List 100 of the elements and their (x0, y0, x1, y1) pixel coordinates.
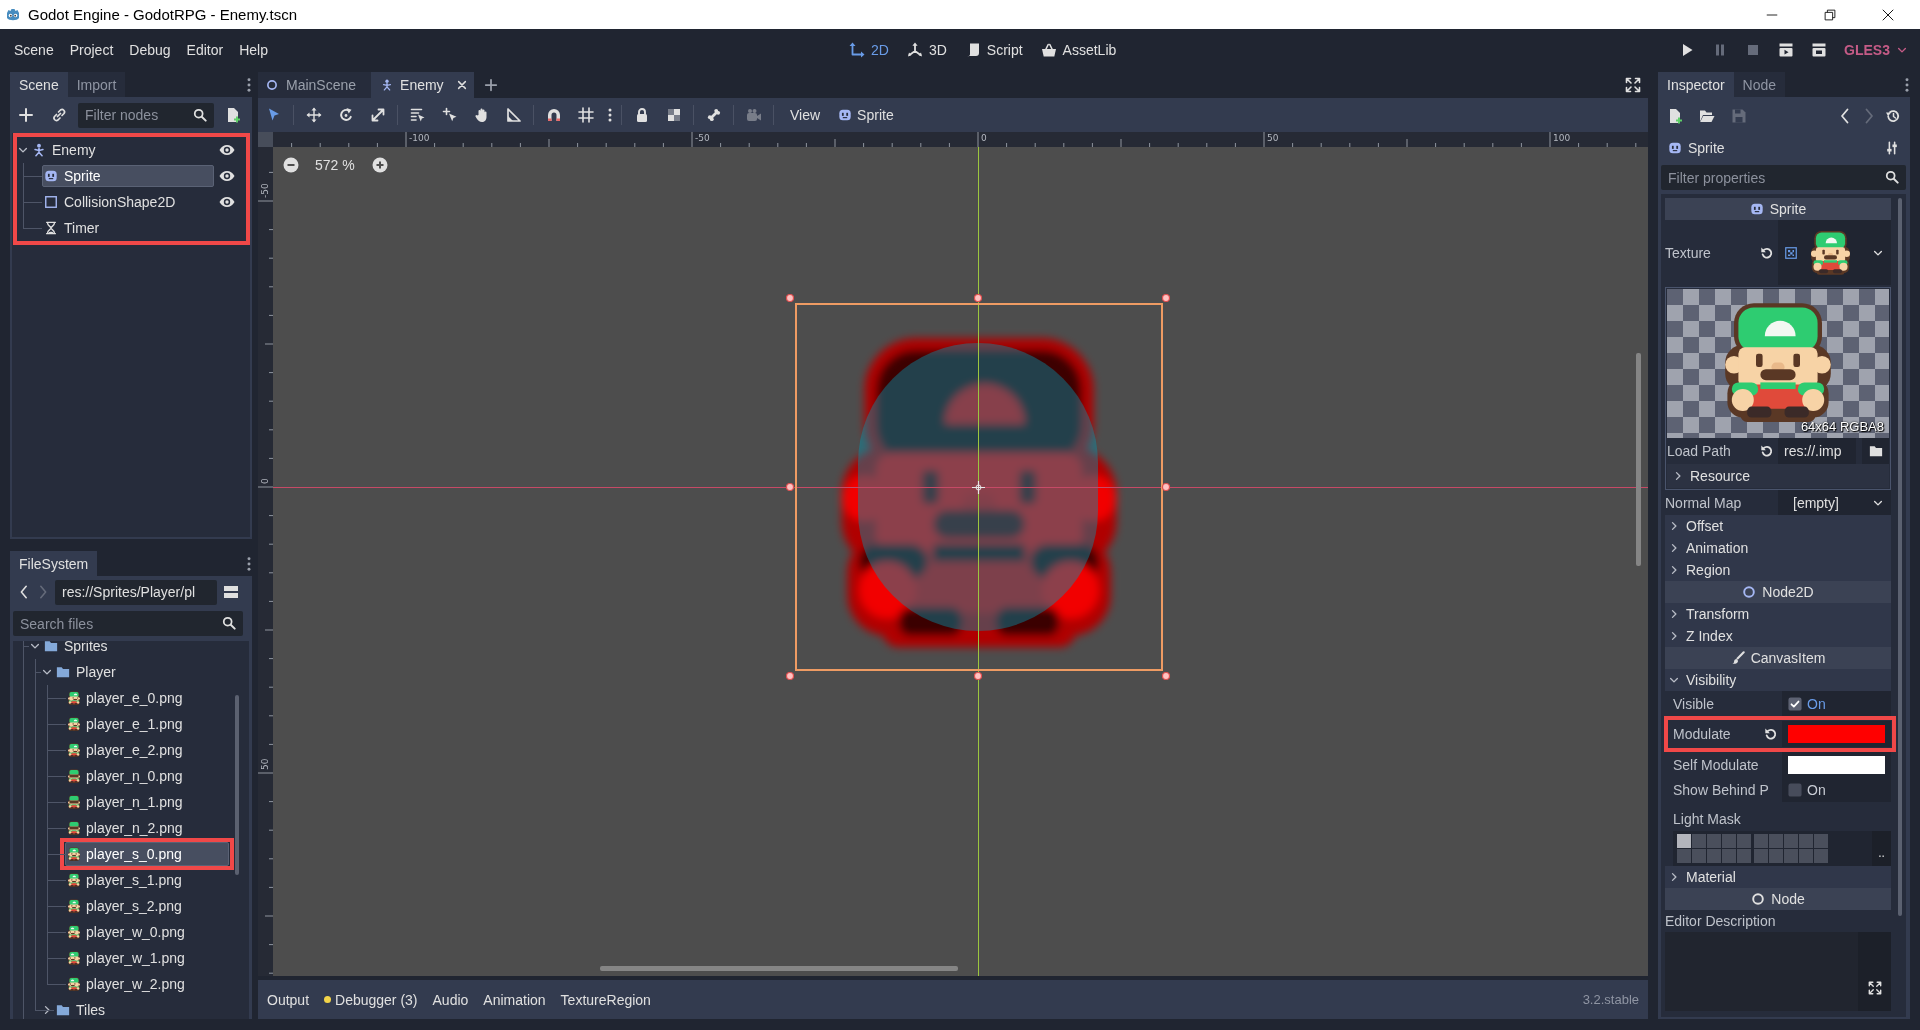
layer-toggle[interactable] (1769, 849, 1783, 863)
property-group[interactable]: Material (1665, 866, 1891, 888)
checkbox-control[interactable]: On (1788, 781, 1826, 798)
file-item[interactable]: Player (53, 660, 229, 684)
resize-handle[interactable] (785, 671, 795, 681)
close-icon[interactable] (455, 79, 468, 91)
scrollbar-thumb[interactable] (600, 966, 958, 971)
property-group[interactable]: Resource (1667, 464, 1889, 488)
layer-toggle[interactable] (1737, 849, 1751, 863)
menu-item[interactable]: Scene (6, 37, 62, 62)
resize-handle[interactable] (785, 482, 795, 492)
file-item[interactable]: player_e_1.png (65, 712, 229, 736)
clapperboard-play-icon[interactable] (1777, 41, 1794, 58)
file-item[interactable]: Tiles (53, 998, 229, 1019)
resize-handle[interactable] (1161, 671, 1171, 681)
panel-tab[interactable]: Animation (483, 991, 546, 1008)
file-item[interactable]: player_s_0.png (65, 842, 229, 866)
property-group[interactable]: Offset (1665, 515, 1891, 537)
eye-icon[interactable] (219, 194, 235, 210)
panel-tab[interactable]: Output (267, 991, 310, 1008)
file-item[interactable]: player_n_2.png (65, 816, 229, 840)
search-icon[interactable] (193, 107, 207, 122)
hand-icon[interactable] (474, 107, 490, 123)
renderer-menu[interactable]: GLES3 (1844, 41, 1920, 58)
menu-item[interactable]: Debug (121, 37, 179, 62)
tree-item[interactable]: Timer (42, 217, 214, 239)
filter-field[interactable]: Filter nodes (78, 102, 214, 128)
browse-button[interactable] (1862, 438, 1889, 464)
menu-item[interactable]: Editor (178, 37, 232, 62)
file-item[interactable]: player_e_2.png (65, 738, 229, 762)
document-tab[interactable]: MainScene (258, 72, 372, 98)
texture-picker[interactable] (1778, 220, 1891, 285)
workspace-tab[interactable]: 2D (843, 37, 895, 62)
tree-item[interactable]: Sprite (42, 165, 214, 187)
resize-handle[interactable] (973, 671, 983, 681)
file-item[interactable]: player_e_0.png (65, 686, 229, 710)
dock-tab[interactable]: Scene (10, 72, 68, 97)
lock-icon[interactable] (634, 107, 650, 123)
color-swatch[interactable] (1788, 725, 1885, 743)
panel-tab[interactable]: Audio (432, 991, 469, 1008)
squares-icon[interactable] (666, 107, 682, 123)
more-icon[interactable] (247, 77, 251, 92)
link-icon[interactable] (51, 107, 67, 123)
layer-toggle[interactable] (1707, 834, 1721, 848)
eye-icon[interactable] (219, 168, 235, 184)
layer-toggle[interactable] (1754, 834, 1768, 848)
layer-toggle[interactable] (1799, 849, 1813, 863)
property-group[interactable]: Region (1665, 559, 1891, 581)
search-icon[interactable] (1885, 170, 1899, 184)
bone-icon[interactable] (706, 107, 722, 123)
layer-toggle[interactable] (1754, 849, 1768, 863)
collision-shape[interactable] (858, 343, 1098, 631)
zoom-out-icon[interactable] (283, 157, 299, 173)
workspace-tab[interactable]: Script (958, 37, 1029, 62)
dock-tab[interactable]: Import (67, 72, 126, 97)
layer-toggle[interactable] (1814, 849, 1828, 863)
document-tab[interactable]: Enemy (371, 72, 474, 98)
dock-tab[interactable]: Node (1733, 72, 1786, 97)
color-swatch[interactable] (1788, 755, 1885, 774)
layer-toggle[interactable] (1784, 849, 1798, 863)
expand-button[interactable] (1858, 932, 1891, 1011)
crosshair-icon[interactable] (971, 480, 986, 495)
property-group[interactable]: Animation (1665, 537, 1891, 559)
property-group[interactable]: Visibility (1665, 669, 1891, 691)
revert-icon[interactable] (1760, 245, 1774, 260)
file-item[interactable]: player_s_1.png (65, 868, 229, 892)
layer-toggle[interactable] (1692, 834, 1706, 848)
ruler-icon[interactable] (506, 107, 522, 123)
path-field[interactable]: res://Sprites/Player/pl (55, 579, 217, 605)
tree-item[interactable]: CollisionShape2D (42, 191, 214, 213)
layer-toggle[interactable] (1692, 849, 1706, 863)
layers-menu-button[interactable]: .. (1872, 831, 1891, 866)
resize-handle[interactable] (1161, 482, 1171, 492)
zoom-level[interactable]: 572 % (315, 157, 355, 173)
revert-icon[interactable] (1764, 727, 1778, 741)
file-item[interactable]: player_w_1.png (65, 946, 229, 970)
tree-item[interactable]: Enemy (30, 139, 214, 161)
file-item[interactable]: player_n_0.png (65, 764, 229, 788)
layer-toggle[interactable] (1799, 834, 1813, 848)
file-item[interactable]: player_w_2.png (65, 972, 229, 996)
split-view-icon[interactable] (223, 584, 239, 600)
resize-handle[interactable] (1161, 293, 1171, 303)
scrollbar-thumb[interactable] (235, 695, 239, 875)
clapperboard-icon[interactable] (1810, 41, 1827, 58)
property-group[interactable]: Transform (1665, 603, 1891, 625)
magnet-icon[interactable] (546, 107, 562, 123)
file-item[interactable]: player_w_0.png (65, 920, 229, 944)
history-icon[interactable] (1885, 108, 1901, 124)
scale-icon[interactable] (370, 107, 386, 123)
menu-item[interactable]: Project (61, 37, 122, 62)
layer-toggle[interactable] (1722, 849, 1736, 863)
panel-tab[interactable]: Debugger (3) (324, 991, 418, 1008)
more-icon[interactable] (1905, 77, 1909, 92)
fullscreen-icon[interactable] (1625, 77, 1641, 93)
sprite-drawing[interactable] (841, 338, 1117, 648)
layer-toggle[interactable] (1737, 834, 1751, 848)
zoom-in-icon[interactable] (371, 157, 388, 173)
dock-tab[interactable]: FileSystem (10, 551, 98, 576)
dock-tab[interactable]: Inspector (1658, 72, 1734, 97)
sliders-icon[interactable] (1885, 140, 1899, 155)
